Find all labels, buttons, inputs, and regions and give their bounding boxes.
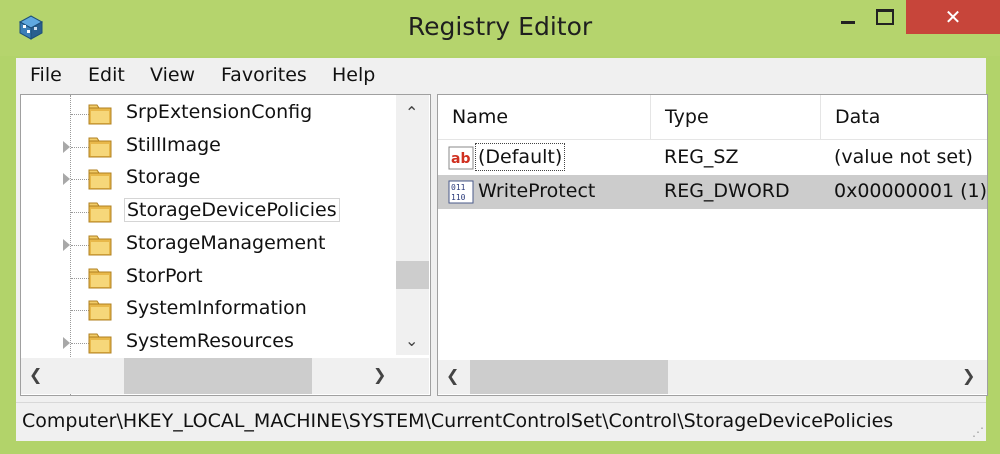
value-name: (Default) xyxy=(474,143,566,171)
list-hscroll-thumb[interactable] xyxy=(470,360,668,394)
menu-help[interactable]: Help xyxy=(332,64,375,86)
value-data: 0x00000001 (1) xyxy=(834,180,987,202)
close-icon: ✕ xyxy=(944,5,962,29)
tree-item-label: SystemResources xyxy=(126,329,294,352)
column-header-type[interactable]: Type xyxy=(651,95,821,139)
menu-edit[interactable]: Edit xyxy=(88,64,125,86)
tree-item-label: SrpExtensionConfig xyxy=(126,101,313,123)
value-list[interactable]: Name Type Data ab (Default) REG_SZ (valu… xyxy=(437,94,988,396)
folder-icon xyxy=(88,300,112,321)
scroll-left-icon[interactable]: ❮ xyxy=(29,365,42,384)
column-header-name[interactable]: Name xyxy=(438,95,651,139)
maximize-icon xyxy=(876,9,894,25)
expand-arrow-icon[interactable] xyxy=(63,336,70,349)
scroll-corner xyxy=(396,358,429,394)
list-row-selected[interactable]: 011 110 WriteProtect REG_DWORD 0x0000000… xyxy=(438,175,987,209)
value-type: REG_SZ xyxy=(664,146,739,168)
scroll-up-icon[interactable]: ⌃ xyxy=(405,103,418,122)
tree-item-label: StorageManagement xyxy=(126,231,326,254)
tree-horizontal-scrollbar[interactable]: ❮ ❯ xyxy=(21,358,396,394)
list-horizontal-scrollbar[interactable]: ❮ ❯ xyxy=(438,360,987,394)
tree-item[interactable]: StorageDevicePolicies xyxy=(21,196,396,228)
svg-text:110: 110 xyxy=(451,193,466,202)
menu-favorites[interactable]: Favorites xyxy=(221,64,307,86)
binary-value-icon: 011 110 xyxy=(448,180,474,204)
tree-item[interactable]: StillImage xyxy=(21,131,396,163)
tree-hscroll-thumb[interactable] xyxy=(124,358,312,394)
resize-grip-icon[interactable]: ⋰ xyxy=(972,425,984,439)
svg-text:ab: ab xyxy=(451,151,470,167)
folder-icon xyxy=(88,268,112,288)
column-header-data[interactable]: Data xyxy=(821,95,987,139)
tree-item-label: SystemInformation xyxy=(126,297,307,320)
value-type: REG_DWORD xyxy=(664,180,790,202)
scroll-down-icon[interactable]: ⌄ xyxy=(405,331,418,350)
expand-arrow-icon[interactable] xyxy=(63,238,70,251)
title-bar: Registry Editor ✕ xyxy=(0,0,1000,56)
close-button[interactable]: ✕ xyxy=(906,0,1000,34)
list-row[interactable]: ab (Default) REG_SZ (value not set) xyxy=(438,141,987,175)
tree-item[interactable]: SrpExtensionConfig xyxy=(21,98,396,130)
tree-vertical-scrollbar[interactable]: ⌃ ⌄ xyxy=(396,95,429,355)
value-data: (value not set) xyxy=(834,146,973,168)
menu-view[interactable]: View xyxy=(150,64,195,86)
tree-item[interactable]: StorPort xyxy=(21,262,396,294)
tree-item[interactable]: StorageManagement xyxy=(21,229,396,261)
status-path: Computer\HKEY_LOCAL_MACHINE\SYSTEM\Curre… xyxy=(22,410,894,432)
tree-item-label: Storage xyxy=(126,166,201,189)
tree-item-label: StorPort xyxy=(126,264,203,287)
expand-arrow-icon[interactable] xyxy=(63,140,70,153)
minimize-icon xyxy=(841,20,855,24)
scroll-left-icon[interactable]: ❮ xyxy=(446,366,459,385)
folder-icon xyxy=(88,137,112,158)
tree-item[interactable]: Storage xyxy=(21,163,396,195)
folder-icon xyxy=(88,202,112,223)
maximize-button[interactable] xyxy=(860,0,910,34)
tree-item[interactable]: SystemInformation xyxy=(21,294,396,326)
expand-arrow-icon[interactable] xyxy=(63,173,70,186)
folder-icon xyxy=(88,235,112,256)
scroll-right-icon[interactable]: ❯ xyxy=(962,366,975,385)
list-header: Name Type Data xyxy=(438,95,987,140)
string-value-icon: ab xyxy=(448,146,474,170)
folder-icon xyxy=(88,169,112,190)
tree-item[interactable]: SystemResources xyxy=(21,327,396,359)
status-bar: Computer\HKEY_LOCAL_MACHINE\SYSTEM\Curre… xyxy=(16,402,986,441)
folder-icon xyxy=(88,333,112,354)
key-tree[interactable]: SrpExtensionConfig StillImage Storage Stora… xyxy=(20,94,431,396)
tree-item-label: StillImage xyxy=(126,133,221,156)
svg-text:011: 011 xyxy=(451,183,466,192)
tree-item-label: StorageDevicePolicies xyxy=(124,198,340,223)
tree-vscroll-thumb[interactable] xyxy=(396,261,429,289)
scroll-right-icon[interactable]: ❯ xyxy=(373,365,386,384)
menu-file[interactable]: File xyxy=(30,64,62,86)
value-name: WriteProtect xyxy=(478,180,596,202)
menu-bar: File Edit View Favorites Help xyxy=(16,58,986,92)
folder-icon xyxy=(88,104,112,125)
